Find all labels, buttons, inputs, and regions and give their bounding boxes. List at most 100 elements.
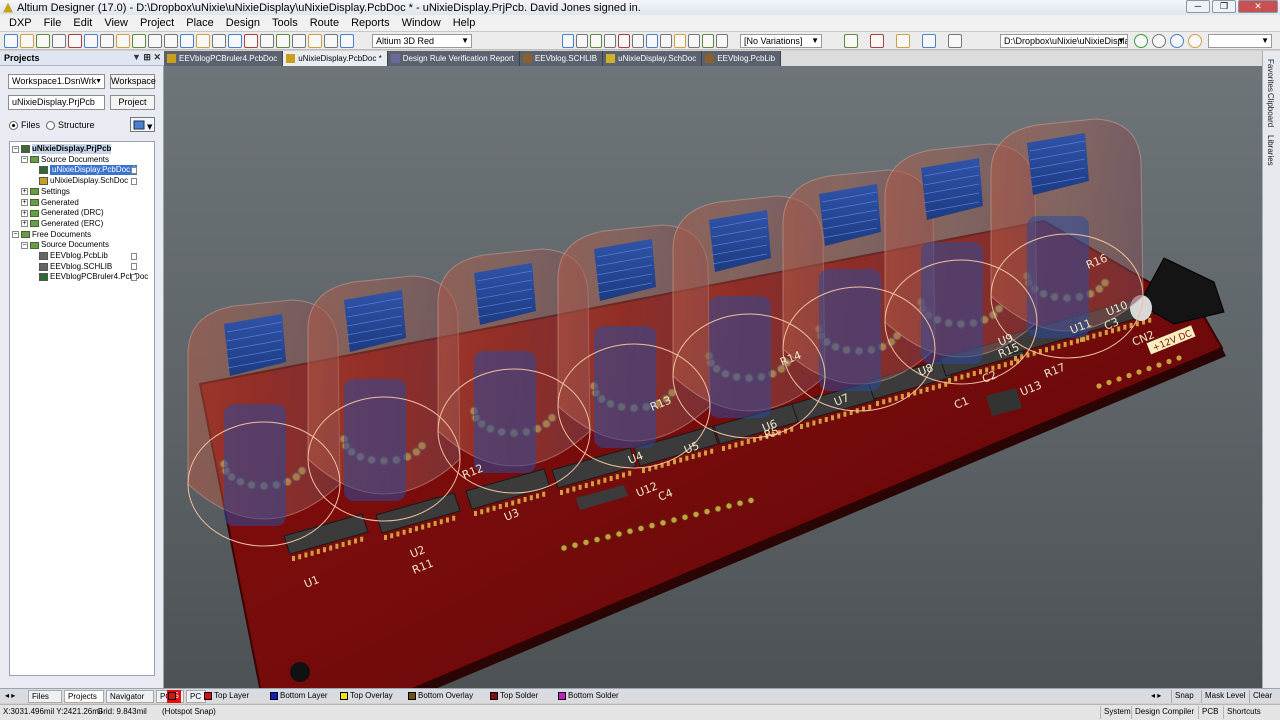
project-options-button[interactable]: ▼ — [130, 117, 155, 132]
expand-icon[interactable]: + — [21, 199, 28, 206]
toolbar-tool-icon[interactable] — [36, 34, 50, 48]
toolbar-tool-icon[interactable] — [660, 34, 672, 48]
menu-help[interactable]: Help — [447, 17, 482, 29]
doc-tab-0[interactable]: EEVblogPCBruler4.PcbDoc — [164, 51, 284, 66]
toolbar-tool-icon[interactable] — [688, 34, 700, 48]
toolbar-tool-icon[interactable] — [100, 34, 114, 48]
snap-button[interactable]: Snap — [1171, 690, 1197, 703]
tree-item[interactable]: EEVblog.SCHLIB — [30, 262, 137, 272]
toolbar-tool-icon[interactable] — [340, 34, 354, 48]
workspace-button[interactable]: Workspace — [110, 74, 156, 89]
toolbar-tool-icon[interactable] — [896, 34, 910, 48]
toolbar-tool-icon[interactable] — [20, 34, 34, 48]
layer-tab[interactable]: Top Layer — [203, 690, 249, 703]
toolbar-tool-icon[interactable] — [292, 34, 306, 48]
layer-tab[interactable]: Bottom Overlay — [407, 690, 473, 703]
panel-tab-projects[interactable]: Projects — [64, 690, 104, 703]
expand-icon[interactable]: + — [21, 209, 28, 217]
files-radio[interactable]: Files — [9, 120, 40, 130]
design-compiler-status-button[interactable]: Design Compiler — [1131, 706, 1197, 719]
menu-reports[interactable]: Reports — [345, 17, 396, 29]
toolbar-tool-icon[interactable] — [922, 34, 936, 48]
side-panel-tab-favorites[interactable]: Favorites — [1266, 59, 1275, 92]
toolbar-tool-icon[interactable] — [948, 34, 962, 48]
minimize-button[interactable]: ─ — [1186, 0, 1210, 13]
toolbar-tool-icon[interactable] — [562, 34, 574, 48]
toolbar-tool-icon[interactable] — [308, 34, 322, 48]
structure-radio[interactable]: Structure — [46, 120, 95, 130]
toolbar-tool-icon[interactable] — [148, 34, 162, 48]
menu-route[interactable]: Route — [304, 17, 345, 29]
panel-controls[interactable]: ▼ ⊞ ✕ — [132, 52, 161, 63]
doc-tab-1[interactable]: uNixieDisplay.PcbDoc * — [283, 51, 388, 66]
tree-item[interactable]: EEVblog.PcbLib — [30, 251, 137, 261]
toolbar-tool-icon[interactable] — [618, 34, 630, 48]
toolbar-tool-icon[interactable] — [870, 34, 884, 48]
pcb-3d-viewport[interactable]: U1 U2 R11 U3 R12 U4 U5 R13 U12 C4 U6 R5 U7 R14 U8 U9 R15… — [164, 66, 1262, 688]
project-button[interactable]: Project — [110, 95, 155, 110]
layer-scroll-icon[interactable]: ◂ ▸ — [1148, 690, 1164, 703]
toolbar-tool-icon[interactable] — [212, 34, 226, 48]
toolbar-tool-icon[interactable] — [84, 34, 98, 48]
toolbar-tool-icon[interactable] — [228, 34, 242, 48]
layer-tab[interactable]: Top Overlay — [339, 690, 393, 703]
toolbar-tool-icon[interactable] — [716, 34, 728, 48]
tree-item[interactable]: − Free Documents — [12, 230, 91, 240]
toolbar-tool-icon[interactable] — [260, 34, 274, 48]
tree-item[interactable]: + Generated — [21, 198, 79, 208]
layer-tab[interactable]: Bottom Solder — [557, 690, 619, 703]
project-field[interactable]: uNixieDisplay.PrjPcb — [8, 95, 105, 110]
toolbar-tool-icon[interactable] — [702, 34, 714, 48]
toolbar-tool-icon[interactable] — [590, 34, 602, 48]
tree-item[interactable]: EEVblogPCBruler4.PcbDoc — [30, 272, 148, 282]
layer-tab[interactable]: LS — [167, 690, 181, 703]
view-configuration-select[interactable]: Altium 3D Red ▼ — [372, 34, 472, 48]
nav-tool-icon[interactable] — [1188, 34, 1202, 48]
tab-scroll-buttons[interactable]: ◂ ▸ — [2, 690, 18, 703]
side-panel-tab-clipboard[interactable]: Clipboard — [1266, 93, 1275, 127]
mask-level-button[interactable]: Mask Level — [1201, 690, 1248, 703]
tree-item[interactable]: + Generated (DRC) — [21, 208, 104, 218]
tree-item[interactable]: − Source Documents — [21, 155, 109, 165]
menu-dxp[interactable]: DXP — [3, 17, 38, 29]
toolbar-tool-icon[interactable] — [674, 34, 686, 48]
tree-item[interactable]: uNixieDisplay.SchDoc — [30, 176, 137, 186]
toolbar-tool-icon[interactable] — [68, 34, 82, 48]
panel-tab-navigator[interactable]: Navigator — [106, 690, 154, 703]
collapse-icon[interactable]: − — [21, 241, 28, 249]
doc-tab-3[interactable]: EEVblog.SCHLIB — [519, 51, 604, 66]
panel-tab-files[interactable]: Files — [28, 690, 62, 703]
tree-item[interactable]: + Generated (ERC) — [21, 219, 103, 229]
toolbar-tool-icon[interactable] — [576, 34, 588, 48]
path-field[interactable]: D:\Dropbox\uNixie\uNixieDisplay\u ▼ — [1000, 34, 1128, 48]
doc-tab-2[interactable]: Design Rule Verification Report — [387, 51, 520, 66]
toolbar-tool-icon[interactable] — [116, 34, 130, 48]
toolbar-tool-icon[interactable] — [276, 34, 290, 48]
toolbar-tool-icon[interactable] — [4, 34, 18, 48]
menu-place[interactable]: Place — [180, 17, 220, 29]
clear-button[interactable]: Clear — [1249, 690, 1275, 703]
nav-tool-icon[interactable] — [1170, 34, 1184, 48]
side-panel-tab-libraries[interactable]: Libraries — [1266, 135, 1275, 166]
collapse-icon[interactable]: − — [12, 231, 19, 239]
collapse-icon[interactable]: − — [12, 145, 19, 153]
menu-view[interactable]: View — [98, 17, 134, 29]
menu-window[interactable]: Window — [396, 17, 447, 29]
menu-edit[interactable]: Edit — [67, 17, 98, 29]
tree-item[interactable]: + Settings — [21, 187, 70, 197]
nav-tool-icon[interactable] — [1134, 34, 1148, 48]
toolbar-tool-icon[interactable] — [324, 34, 338, 48]
layer-tab[interactable]: Bottom Layer — [269, 690, 328, 703]
toolbar-tool-icon[interactable] — [844, 34, 858, 48]
toolbar-tool-icon[interactable] — [164, 34, 178, 48]
toolbar-tool-icon[interactable] — [196, 34, 210, 48]
doc-tab-5[interactable]: EEVblog.PcbLib — [702, 51, 782, 66]
tree-item[interactable]: uNixieDisplay.PcbDoc * — [30, 165, 138, 176]
shortcuts-status-button[interactable]: Shortcuts — [1223, 706, 1264, 719]
nav-tool-icon[interactable] — [1152, 34, 1166, 48]
system-status-button[interactable]: System — [1100, 706, 1134, 719]
toolbar-tool-icon[interactable] — [604, 34, 616, 48]
search-field[interactable]: ▼ — [1208, 34, 1272, 48]
pcb-status-button[interactable]: PCB — [1198, 706, 1221, 719]
variations-select[interactable]: [No Variations] ▼ — [740, 34, 822, 48]
